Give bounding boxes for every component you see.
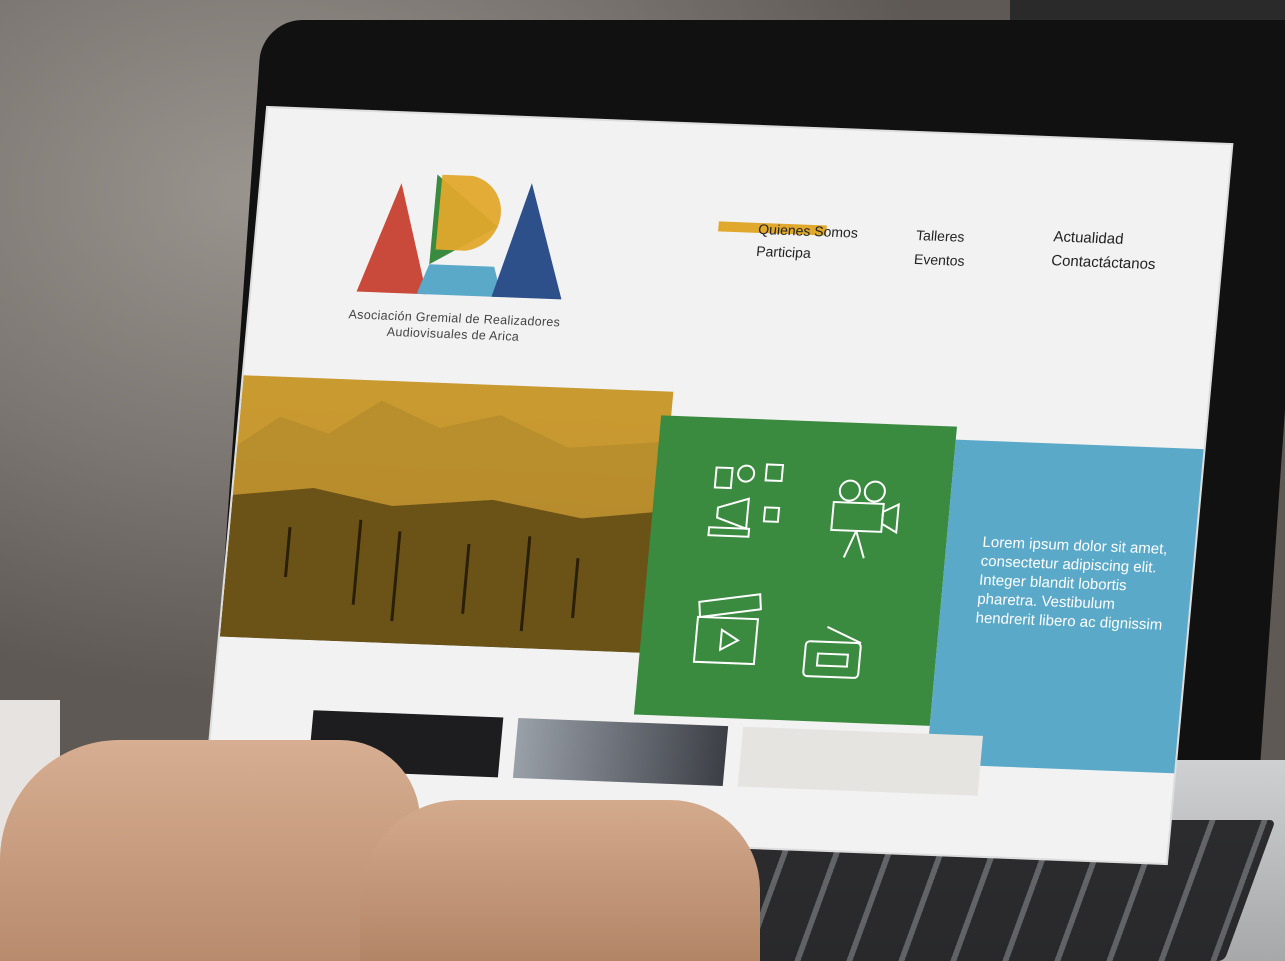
nav-item-talleres[interactable]: Talleres: [916, 227, 966, 245]
nav-item-quienes-somos[interactable]: Quienes Somos: [758, 221, 859, 241]
film-camera-icon[interactable]: [813, 472, 911, 565]
nav-item-participa[interactable]: Participa: [756, 243, 812, 261]
thumbnail-3[interactable]: [737, 726, 983, 796]
ara-logo[interactable]: [351, 167, 578, 305]
right-hand: [360, 800, 760, 961]
services-icons-panel: [633, 415, 957, 726]
left-hand: [0, 740, 420, 961]
clapperboard-icon[interactable]: [683, 587, 781, 680]
desert-landscape: [219, 400, 669, 654]
hero-desert-image: [219, 375, 674, 654]
nav-item-contactanos[interactable]: Contactáctanos: [1051, 252, 1157, 273]
main-nav: Quienes Somos Participa Talleres Eventos…: [714, 215, 1179, 292]
nav-item-eventos[interactable]: Eventos: [913, 251, 965, 269]
thumbnail-2[interactable]: [512, 718, 729, 786]
nav-item-actualidad[interactable]: Actualidad: [1053, 228, 1125, 248]
site-tagline: Asociación Gremial de Realizadores Audio…: [332, 306, 575, 347]
social-media-megaphone-icon[interactable]: [699, 457, 797, 550]
intro-text: Lorem ipsum dolor sit amet, consectetur …: [974, 533, 1169, 634]
ticket-icon[interactable]: [786, 611, 884, 704]
intro-text-panel: Lorem ipsum dolor sit amet, consectetur …: [926, 439, 1216, 774]
